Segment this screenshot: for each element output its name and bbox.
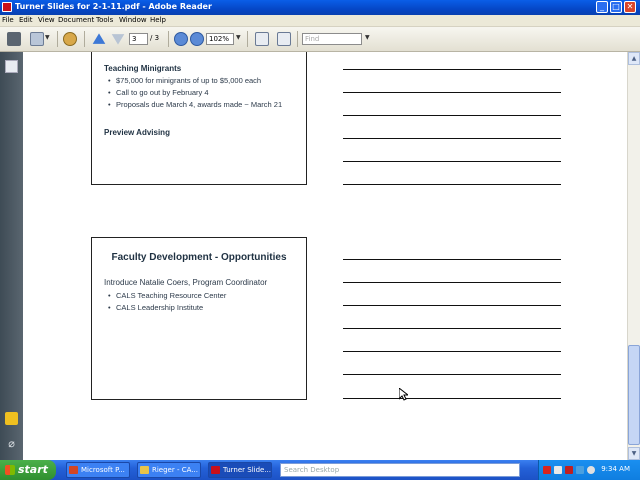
mouse-cursor-icon (399, 388, 408, 401)
paperclip-icon[interactable]: ⌀ (5, 437, 18, 450)
zoom-in-icon[interactable] (190, 32, 204, 46)
note-line (343, 259, 561, 260)
menu-tools[interactable]: Tools (96, 16, 113, 24)
email-icon (140, 466, 149, 474)
note-line (343, 92, 561, 93)
minimize-button[interactable]: _ (596, 1, 608, 13)
note-line (343, 161, 561, 162)
taskbar-item-powerpoint[interactable]: Microsoft P... (66, 462, 130, 478)
chevron-down-icon[interactable]: ▼ (45, 34, 50, 41)
slide-bullet: CALS Teaching Resource Center (106, 290, 226, 302)
menu-document[interactable]: Document (58, 16, 94, 24)
menu-help[interactable]: Help (150, 16, 166, 24)
note-line (343, 282, 561, 283)
comment-icon[interactable] (5, 412, 18, 425)
slide-intro: Introduce Natalie Coers, Program Coordin… (104, 278, 268, 287)
note-line (343, 115, 561, 116)
scroll-up-button[interactable]: ▲ (628, 52, 640, 65)
taskbar: start Microsoft P... Rieger - CA... Turn… (0, 460, 640, 480)
tray-icon[interactable] (565, 466, 573, 474)
adobe-reader-icon (2, 2, 12, 12)
tray-icon[interactable] (554, 466, 562, 474)
printer-icon[interactable] (7, 32, 21, 46)
search-icon[interactable]: ⌕ (508, 464, 513, 474)
zoom-input[interactable]: 102% (206, 33, 234, 45)
scroll-down-button[interactable]: ▼ (628, 447, 640, 460)
pages-icon[interactable] (5, 60, 18, 73)
slide-bullet-list: CALS Teaching Resource Center CALS Leade… (106, 290, 226, 314)
start-button[interactable]: start (0, 460, 56, 480)
note-line (343, 184, 561, 185)
toolbar-separator (297, 31, 298, 47)
navigation-panel: ⌀ (0, 52, 23, 460)
slide-thumbnail: Faculty Development - Opportunities Intr… (91, 237, 307, 400)
toolbar-separator (57, 31, 58, 47)
fit-page-icon[interactable] (255, 32, 269, 46)
network-icon[interactable] (576, 466, 584, 474)
taskbar-item-rieger[interactable]: Rieger - CA... (137, 462, 201, 478)
toolbar-separator (247, 31, 248, 47)
toolbar-separator (84, 31, 85, 47)
down-arrow-icon[interactable] (111, 34, 125, 45)
note-line (343, 374, 561, 375)
slide-heading: Preview Advising (104, 128, 170, 137)
taskbar-item-turner-slides[interactable]: Turner Slide... (208, 462, 272, 478)
menu-file[interactable]: File (2, 16, 14, 24)
page-number-input[interactable]: 3 (129, 33, 148, 45)
chevron-down-icon[interactable]: ▼ (236, 34, 241, 41)
slide-heading: Teaching Minigrants (104, 64, 182, 73)
document-view[interactable]: Teaching Minigrants $75,000 for minigran… (23, 52, 627, 460)
scrollbar-thumb[interactable] (628, 345, 640, 445)
slide-bullet: CALS Leadership Institute (106, 302, 226, 314)
note-line (343, 305, 561, 306)
slide-thumbnail: Teaching Minigrants $75,000 for minigran… (91, 52, 307, 185)
menu-edit[interactable]: Edit (19, 16, 33, 24)
toolbar: ▼ 3 / 3 102% ▼ Find ▼ (0, 27, 640, 52)
title-bar: Turner Slides for 2-1-11.pdf - Adobe Rea… (0, 0, 640, 15)
slide-bullet: $75,000 for minigrants of up to $5,000 e… (106, 75, 282, 87)
powerpoint-icon (69, 466, 78, 474)
note-line (343, 328, 561, 329)
find-input[interactable]: Find (302, 33, 362, 45)
fit-width-icon[interactable] (277, 32, 291, 46)
note-line (343, 398, 561, 399)
clock[interactable]: 9:34 AM (601, 465, 630, 473)
windows-logo-icon (5, 465, 15, 475)
note-line (343, 138, 561, 139)
email-icon[interactable] (30, 32, 44, 46)
note-line (343, 351, 561, 352)
tray-icon[interactable] (543, 466, 551, 474)
adobe-reader-icon (211, 466, 220, 474)
vertical-scrollbar[interactable]: ▲ ▼ (627, 52, 640, 460)
maximize-button[interactable]: □ (610, 1, 622, 13)
menu-bar: File Edit View Document Tools Window Hel… (0, 15, 640, 27)
tools-icon[interactable] (63, 32, 77, 46)
menu-view[interactable]: View (38, 16, 55, 24)
page-total: / 3 (150, 34, 160, 42)
volume-icon[interactable] (587, 466, 595, 474)
desktop-search-input[interactable]: Search Desktop (280, 463, 520, 477)
up-arrow-icon[interactable] (92, 33, 106, 44)
slide-title: Faculty Development - Opportunities (111, 252, 287, 263)
window-title: Turner Slides for 2-1-11.pdf - Adobe Rea… (15, 2, 212, 11)
close-button[interactable]: ✕ (624, 1, 636, 13)
menu-window[interactable]: Window (119, 16, 147, 24)
slide-bullet: Call to go out by February 4 (106, 87, 282, 99)
system-tray: 9:34 AM (538, 460, 640, 480)
slide-bullet-list: $75,000 for minigrants of up to $5,000 e… (106, 75, 282, 111)
zoom-out-icon[interactable] (174, 32, 188, 46)
slide-bullet: Proposals due March 4, awards made ~ Mar… (106, 99, 282, 111)
chevron-down-icon[interactable]: ▼ (365, 34, 370, 41)
toolbar-separator (168, 31, 169, 47)
note-line (343, 69, 561, 70)
